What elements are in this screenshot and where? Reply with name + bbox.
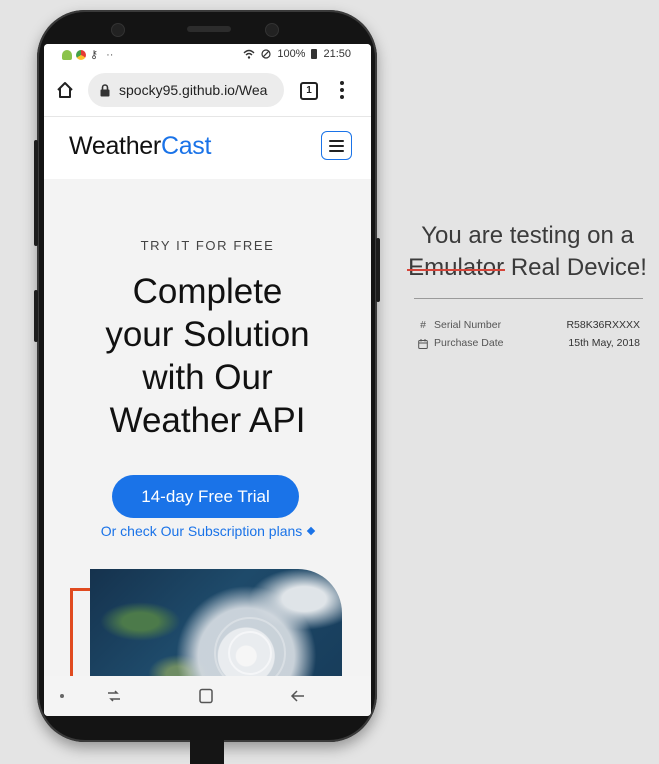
- hamburger-icon[interactable]: [321, 131, 352, 160]
- hash-icon: #: [420, 319, 426, 331]
- real-device-text: Real Device!: [510, 254, 647, 281]
- purchase-label: Purchase Date: [434, 337, 504, 349]
- purchase-value: 15th May, 2018: [568, 337, 640, 349]
- front-camera-icon: [111, 23, 125, 37]
- diamond-icon: [307, 526, 316, 536]
- headline-line: with Our: [142, 358, 273, 397]
- browser-toolbar: spocky95.github.io/Wea 1: [44, 64, 371, 117]
- serial-value: R58K36RXXXX: [566, 319, 640, 331]
- calendar-icon: [418, 339, 428, 349]
- subscription-plans-link[interactable]: Or check Our Subscription plans: [44, 523, 371, 539]
- accent-line-top: [70, 588, 92, 591]
- status-bar: ⚷ ·· 100% 21:50: [44, 44, 371, 64]
- headline-line: Weather API: [109, 401, 306, 440]
- wifi-icon: [243, 49, 255, 59]
- panel-divider: [414, 298, 643, 299]
- android-icon: [62, 49, 72, 60]
- headline-line: your Solution: [105, 315, 310, 354]
- device-panel-title: You are testing on a Emulator Real Devic…: [400, 220, 655, 284]
- home-icon[interactable]: [56, 81, 74, 99]
- iris-sensor-icon: [265, 23, 279, 37]
- logo-weather: Weather: [69, 132, 161, 160]
- headline-line: Complete: [132, 272, 283, 311]
- hero-eyebrow: TRY IT FOR FREE: [140, 238, 275, 253]
- url-text: spocky95.github.io/Wea: [119, 82, 268, 98]
- serial-label: Serial Number: [434, 319, 502, 331]
- clock: 21:50: [323, 48, 351, 60]
- overflow-menu-icon[interactable]: [340, 80, 344, 100]
- bixby-button: [34, 290, 38, 342]
- key-icon: ⚷: [90, 49, 99, 61]
- volume-button: [34, 140, 38, 246]
- lock-icon: [100, 83, 110, 96]
- usb-cable: [190, 740, 224, 764]
- no-disturb-icon: [261, 49, 271, 59]
- status-overflow-dots: ··: [106, 48, 114, 61]
- serial-number-row: # Serial Number R58K36RXXXX: [418, 319, 640, 333]
- battery-icon: [311, 49, 318, 59]
- nav-dot-icon: [60, 694, 64, 698]
- panel-title-line1: You are testing on a: [421, 222, 634, 249]
- android-navbar: [44, 676, 371, 716]
- back-icon[interactable]: [290, 688, 306, 704]
- phone-screen: ⚷ ·· 100% 21:50 spocky95.github.io/Wea 1…: [44, 44, 371, 716]
- panel-title-line2: Emulator Real Device!: [400, 252, 655, 284]
- free-trial-button[interactable]: 14-day Free Trial: [112, 475, 299, 518]
- power-button: [376, 238, 380, 302]
- plans-link-label: Or check Our Subscription plans: [100, 523, 303, 539]
- site-logo[interactable]: WeatherCast: [69, 132, 211, 161]
- earpiece-speaker: [187, 26, 231, 32]
- chrome-icon: [76, 49, 86, 60]
- hero-headline: Complete your Solution with Our Weather …: [44, 270, 371, 442]
- recent-apps-icon[interactable]: [106, 688, 122, 704]
- purchase-date-row: Purchase Date 15th May, 2018: [418, 337, 640, 351]
- logo-cast: Cast: [160, 132, 212, 160]
- struck-emulator-word: Emulator: [408, 254, 505, 281]
- site-header: WeatherCast: [44, 117, 371, 179]
- address-bar[interactable]: spocky95.github.io/Wea: [88, 73, 284, 107]
- battery-percent: 100%: [277, 48, 306, 60]
- tabs-icon[interactable]: 1: [300, 82, 318, 100]
- nav-home-icon[interactable]: [198, 688, 214, 704]
